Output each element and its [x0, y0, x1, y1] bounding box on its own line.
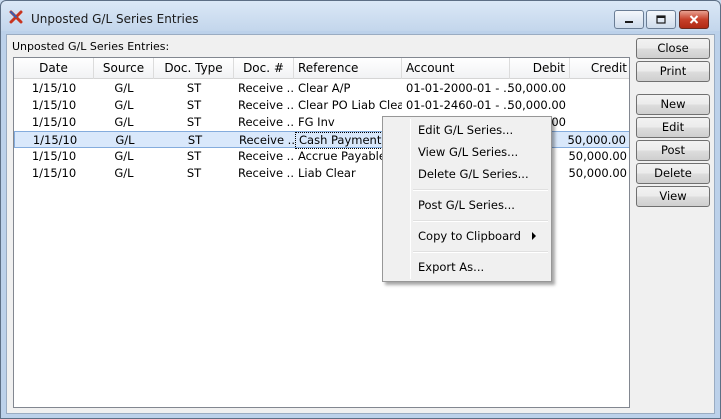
cell-reference: Clear A/P — [298, 81, 351, 95]
cell-date: 1/15/10 — [31, 166, 77, 180]
cell-doc-no: Receive ... — [238, 149, 294, 163]
menu-item-edit-gl-series[interactable]: Edit G/L Series... — [386, 119, 548, 141]
menu-separator — [413, 189, 548, 191]
minimize-icon — [625, 20, 633, 23]
minimize-button[interactable] — [614, 10, 644, 29]
cell-source: G/L — [114, 98, 134, 112]
cell-doc-no: Receive ... — [238, 166, 294, 180]
cell-date: 1/15/10 — [31, 81, 77, 95]
cell-doc-no: Receive ... — [238, 81, 294, 95]
column-header-credit[interactable]: Credit — [570, 58, 629, 79]
context-menu: Edit G/L Series... View G/L Series... De… — [382, 116, 552, 282]
cell-date: 1/15/10 — [32, 133, 78, 147]
table-row[interactable]: 1/15/10 G/L ST Receive ... Clear PO Liab… — [14, 97, 629, 114]
list-label: Unposted G/L Series Entries: — [12, 40, 170, 53]
cell-doc-type: ST — [186, 81, 202, 95]
column-header-row: Date Source Doc. Type Doc. # Reference A… — [14, 58, 629, 79]
view-button[interactable]: View — [636, 186, 710, 207]
menu-item-delete-gl-series[interactable]: Delete G/L Series... — [386, 163, 548, 185]
column-header-source[interactable]: Source — [94, 58, 154, 79]
maximize-icon — [656, 15, 666, 24]
cell-doc-type: ST — [187, 133, 203, 147]
maximize-button[interactable] — [646, 10, 676, 29]
cell-source: G/L — [114, 149, 134, 163]
dialog-body: Unposted G/L Series Entries: Date Source… — [6, 34, 715, 414]
cell-credit — [560, 114, 629, 131]
submenu-arrow-icon — [532, 232, 536, 240]
cell-doc-type: ST — [186, 166, 202, 180]
post-button[interactable]: Post — [636, 140, 710, 161]
cell-reference: Clear PO Liab Clear — [298, 98, 402, 112]
cell-date: 1/15/10 — [31, 149, 77, 163]
app-x-icon — [9, 10, 23, 24]
cell-account: 01-01-2000-01 - ... — [406, 81, 510, 95]
cell-credit: 50,000.00 — [568, 149, 627, 163]
cell-reference: Cash Payment — [295, 132, 395, 149]
column-header-debit[interactable]: Debit — [510, 58, 570, 79]
cell-credit — [560, 80, 629, 97]
column-header-doc-no[interactable]: Doc. # — [234, 58, 294, 79]
cell-doc-no: Receive ... — [238, 98, 294, 112]
column-header-doc-type[interactable]: Doc. Type — [154, 58, 234, 79]
table-row[interactable]: 1/15/10 G/L ST Receive ... Clear A/P 01-… — [14, 80, 629, 97]
cell-credit — [560, 97, 629, 114]
menu-separator — [413, 251, 548, 253]
print-button[interactable]: Print — [636, 61, 710, 82]
cell-date: 1/15/10 — [31, 98, 77, 112]
cell-account: 01-01-2460-01 - ... — [406, 98, 510, 112]
cell-source: G/L — [115, 133, 135, 147]
close-window-button[interactable] — [679, 10, 709, 29]
cell-doc-type: ST — [186, 149, 202, 163]
new-button[interactable]: New — [636, 94, 710, 115]
menu-item-copy-label: Copy to Clipboard — [418, 229, 521, 243]
column-header-reference[interactable]: Reference — [294, 58, 402, 79]
cell-doc-no: Receive ... — [239, 133, 295, 147]
cell-date: 1/15/10 — [31, 115, 77, 129]
close-icon — [689, 15, 699, 24]
edit-button[interactable]: Edit — [636, 117, 710, 138]
cell-doc-type: ST — [186, 98, 202, 112]
cell-source: G/L — [114, 115, 134, 129]
menu-separator — [413, 220, 548, 222]
menu-item-view-gl-series[interactable]: View G/L Series... — [386, 141, 548, 163]
menu-item-export-as[interactable]: Export As... — [386, 256, 548, 278]
menu-item-post-gl-series[interactable]: Post G/L Series... — [386, 194, 548, 216]
cell-source: G/L — [114, 81, 134, 95]
window: Unposted G/L Series Entries Unposted G/L… — [0, 0, 721, 419]
cell-doc-type: ST — [186, 115, 202, 129]
menu-item-copy-to-clipboard[interactable]: Copy to Clipboard — [386, 225, 548, 247]
delete-button[interactable]: Delete — [636, 163, 710, 184]
cell-credit: 50,000.00 — [568, 166, 627, 180]
column-header-account[interactable]: Account — [402, 58, 510, 79]
cell-source: G/L — [114, 166, 134, 180]
close-button[interactable]: Close — [636, 38, 710, 59]
window-title: Unposted G/L Series Entries — [31, 12, 199, 26]
column-header-date[interactable]: Date — [14, 58, 94, 79]
cell-credit: 50,000.00 — [567, 133, 626, 147]
cell-doc-no: Receive ... — [238, 115, 294, 129]
title-bar[interactable]: Unposted G/L Series Entries — [1, 1, 720, 35]
